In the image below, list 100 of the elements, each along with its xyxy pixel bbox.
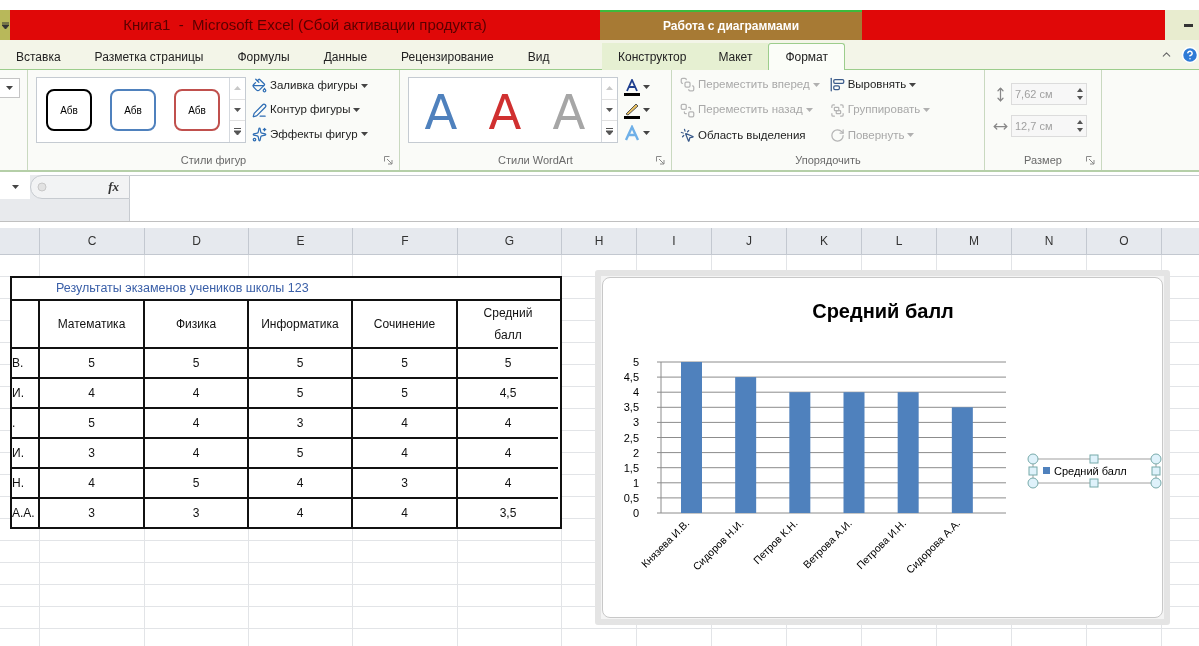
table-cell: 3 [40, 499, 145, 527]
shape-style-preset[interactable]: Абв [46, 89, 92, 131]
text-effects-icon [624, 124, 640, 142]
spin-arrows-icon [1077, 120, 1083, 132]
command-icon [829, 77, 845, 93]
ribbon-command[interactable]: Область выделения [680, 126, 820, 144]
expand-gallery-icon [234, 128, 241, 136]
dialog-launcher-icon[interactable] [656, 156, 665, 165]
y-tick-label: 5 [632, 356, 639, 368]
y-tick-label: 4,5 [623, 371, 639, 384]
quick-access-menu[interactable] [0, 10, 10, 40]
command-icon [252, 78, 267, 94]
command-icon [829, 127, 845, 143]
table-cell: Н. [12, 469, 40, 499]
caret-icon [643, 85, 650, 89]
column-header[interactable]: C [40, 228, 145, 254]
table-cell: 4 [40, 469, 145, 499]
group-label: Размер [1024, 152, 1062, 168]
expand-gallery-icon [606, 128, 613, 136]
table-header: Физика [145, 301, 249, 349]
table-header: Средний балл [458, 301, 558, 349]
name-box-dropdown[interactable] [0, 175, 30, 199]
y-tick-label: 0,5 [623, 491, 639, 504]
table-cell: 4 [458, 409, 558, 439]
y-tick-label: 1 [632, 476, 639, 489]
ribbon-tab[interactable]: Вид [511, 43, 566, 70]
table-cell: . [12, 409, 40, 439]
table-cell: 5 [40, 409, 145, 439]
dialog-launcher-icon[interactable] [1086, 156, 1095, 165]
worksheet-grid[interactable] [0, 255, 1199, 646]
ribbon-tab[interactable]: Конструктор [602, 43, 703, 70]
y-tick-label: 1,5 [623, 461, 639, 474]
y-tick-label: 2,5 [623, 431, 639, 444]
y-tick-label: 4 [632, 386, 639, 399]
shape-style-preset[interactable]: Абв [110, 89, 156, 131]
wordart-preset[interactable]: A [421, 87, 461, 133]
table-cell: 5 [249, 379, 353, 409]
ribbon-command[interactable]: Выровнять [829, 76, 931, 94]
ribbon-tab[interactable]: Разметка страницы [78, 43, 220, 70]
table-cell: 5 [353, 379, 458, 409]
column-header[interactable]: I [637, 228, 712, 254]
table-cell: 4,5 [458, 379, 558, 409]
column-header[interactable]: K [787, 228, 862, 254]
table-cell: 5 [458, 349, 558, 379]
table-header: Информатика [249, 301, 353, 349]
ribbon-command[interactable]: Заливка фигуры [252, 77, 368, 95]
table-cell: 5 [145, 469, 249, 499]
ribbon-command[interactable]: Контур фигуры [252, 101, 368, 119]
table-header: Математика [40, 301, 145, 349]
dropdown-field[interactable] [0, 78, 20, 98]
column-header[interactable]: M [937, 228, 1012, 254]
ribbon-command[interactable]: Эффекты фигур [252, 125, 368, 143]
up-arrow-icon [234, 86, 241, 91]
down-arrow-icon [606, 108, 613, 112]
column-header[interactable]: O [1087, 228, 1162, 254]
shape-style-preset[interactable]: Абв [174, 89, 220, 131]
table-cell: 4 [249, 499, 353, 527]
column-header[interactable]: J [712, 228, 787, 254]
ribbon-tab[interactable]: Данные [307, 43, 384, 70]
up-arrow-icon [606, 86, 613, 91]
ribbon-tab[interactable]: Макет [702, 43, 769, 70]
column-header[interactable]: N [1012, 228, 1087, 254]
command-icon [680, 127, 695, 143]
column-header[interactable]: H [562, 228, 637, 254]
column-header[interactable]: D [145, 228, 249, 254]
table-cell: 4 [40, 379, 145, 409]
column-header[interactable]: G [458, 228, 562, 254]
table-cell: 3 [249, 409, 353, 439]
table-cell: 4 [249, 469, 353, 499]
chart-title: Средний балл [812, 300, 954, 322]
table-cell: 3 [40, 439, 145, 469]
wordart-preset[interactable]: A [485, 87, 525, 133]
caret-icon [643, 131, 650, 135]
group-label: Стили фигур [180, 152, 247, 168]
column-header[interactable]: F [353, 228, 458, 254]
minimize-icon[interactable] [1184, 23, 1193, 27]
table-cell: 4 [458, 469, 558, 499]
context-title: Работа с диаграммами [662, 18, 800, 35]
group-label: Упорядочить [795, 152, 861, 168]
insert-function-button[interactable]: fx [108, 177, 119, 197]
dialog-launcher-icon[interactable] [384, 156, 393, 165]
help-icon[interactable] [1181, 45, 1199, 64]
column-header[interactable]: L [862, 228, 937, 254]
column-header[interactable]: E [249, 228, 353, 254]
window-title: Книга1 - Microsoft Excel (Сбой активации продукта) [123, 14, 487, 35]
text-format-button[interactable] [624, 101, 650, 119]
text-format-button[interactable] [624, 78, 650, 96]
ribbon-tab[interactable]: Рецензирование [385, 43, 510, 70]
ribbon-tab[interactable]: Формат [768, 43, 846, 70]
table-cell: В. [12, 349, 40, 379]
command-icon [252, 102, 267, 118]
ribbon-tab[interactable]: Формулы [221, 43, 306, 70]
table-cell: 5 [249, 349, 353, 379]
chart-legend[interactable] [1027, 453, 1162, 489]
down-arrow-icon [234, 108, 241, 112]
text-fill-icon [624, 78, 640, 96]
ribbon-tab[interactable]: Вставка [0, 43, 77, 70]
text-outline-icon [624, 101, 640, 119]
table-title: Результаты экзаменов учеников школы 123 [56, 280, 309, 298]
group-label: Стили WordArt [498, 152, 573, 168]
